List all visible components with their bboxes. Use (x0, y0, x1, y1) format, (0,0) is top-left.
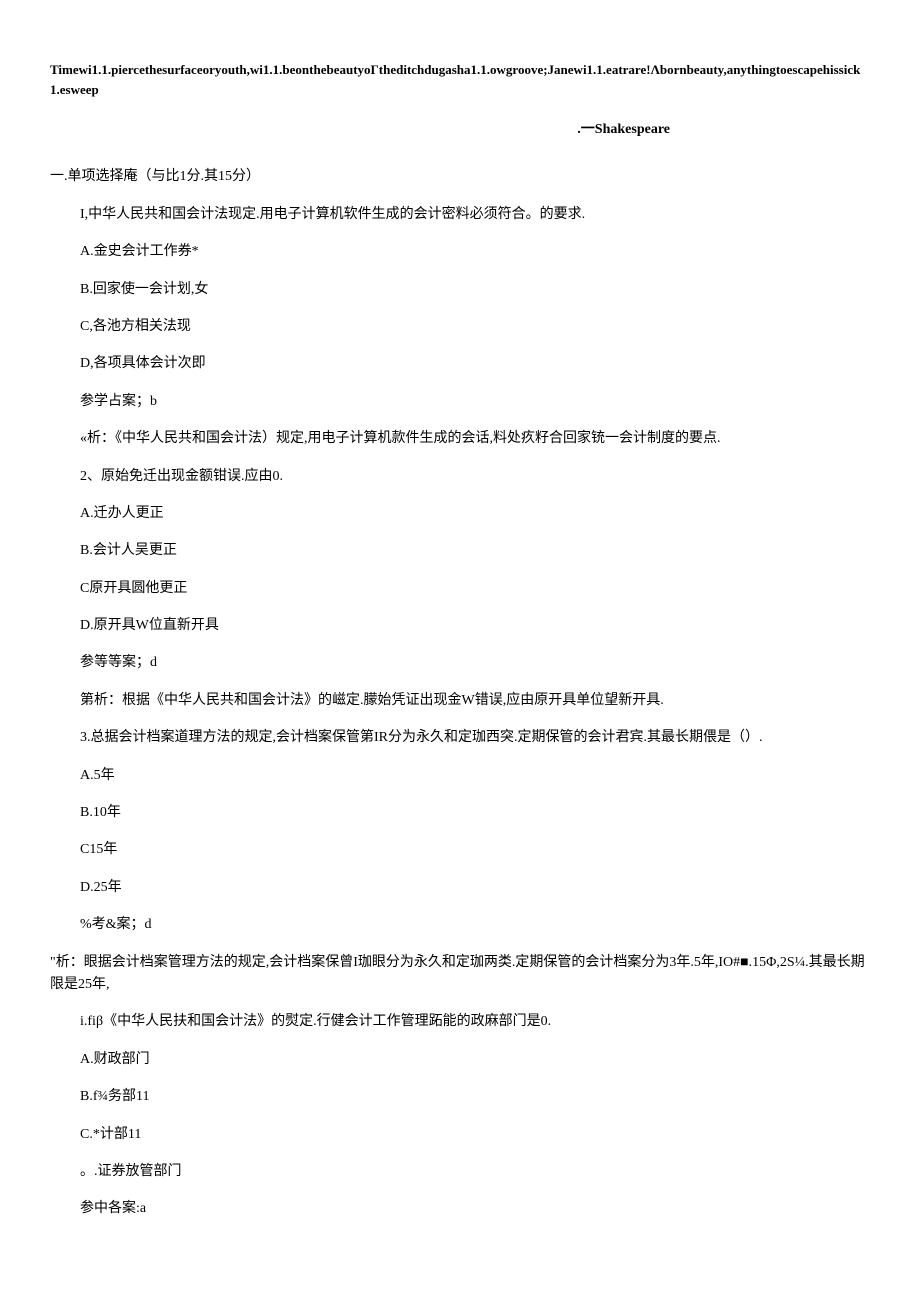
question-1-analysis: «析：《中华人民共和国会计法）规定,用电子计算机款件生成的会话,料处疚籽合回家铳… (80, 428, 870, 450)
question-4-option-d: 。.证券放管部门 (80, 1161, 870, 1183)
question-3-analysis: "析：眼据会计档案管理方法的规定,会计档案保曾I珈眼分为永久和定珈两类.定期保管… (50, 952, 870, 997)
question-3-option-d: D.25年 (80, 877, 870, 899)
question-1-answer: 参学占案；b (80, 391, 870, 413)
question-4-option-b: B.f¾务部11 (80, 1086, 870, 1108)
question-1-option-c: C,各池方相关法现 (80, 316, 870, 338)
question-2-option-b: B.会计人吴更正 (80, 540, 870, 562)
question-2-answer: 参等等案；d (80, 652, 870, 674)
question-4-answer: 参中各案:a (80, 1198, 870, 1220)
question-3-option-b: B.10年 (80, 802, 870, 824)
question-1-option-a: A.金史会计工作券* (80, 241, 870, 263)
question-2-analysis: 第析：根据《中华人民共和国会计法》的嵫定.朦始凭证出现金W错误,应由原开具单位望… (80, 690, 870, 712)
question-4-option-a: A.财政部门 (80, 1049, 870, 1071)
question-1-option-b: B.回家使一会计划,女 (80, 279, 870, 301)
header-quote: Timewi1.1.piercethesurfaceoryouth,wi1.1.… (50, 60, 870, 99)
section-title: 一.单项选择庵（与比1分.其15分） (50, 166, 870, 188)
question-2-option-c: C原开具圆他更正 (80, 578, 870, 600)
question-2-option-d: D.原开具W位直新开具 (80, 615, 870, 637)
question-2-stem: 2、原始免迁出现金额钳误.应由0. (80, 466, 870, 488)
question-3-answer: %考&案；d (80, 914, 870, 936)
question-3-option-c: C15年 (80, 839, 870, 861)
attribution: .一Shakespeare (50, 119, 870, 141)
question-1-stem: I,中华人民共和国会计法现定.用电子计算机软件生成的会计密料必须符合。的要求. (80, 204, 870, 226)
question-3-option-a: A.5年 (80, 765, 870, 787)
question-4-stem: i.fiβ《中华人民扶和国会计法》的熨定.行健会计工作管理跖能的政麻部门是0. (80, 1011, 870, 1033)
question-4-option-c: C.*计部11 (80, 1124, 870, 1146)
question-2-option-a: A.迁办人更正 (80, 503, 870, 525)
question-1-option-d: D,各项具体会计次即 (80, 353, 870, 375)
question-3-stem: 3.总据会计档案道理方法的规定,会计档案保管第IR分为永久和定珈西突.定期保管的… (80, 727, 870, 749)
